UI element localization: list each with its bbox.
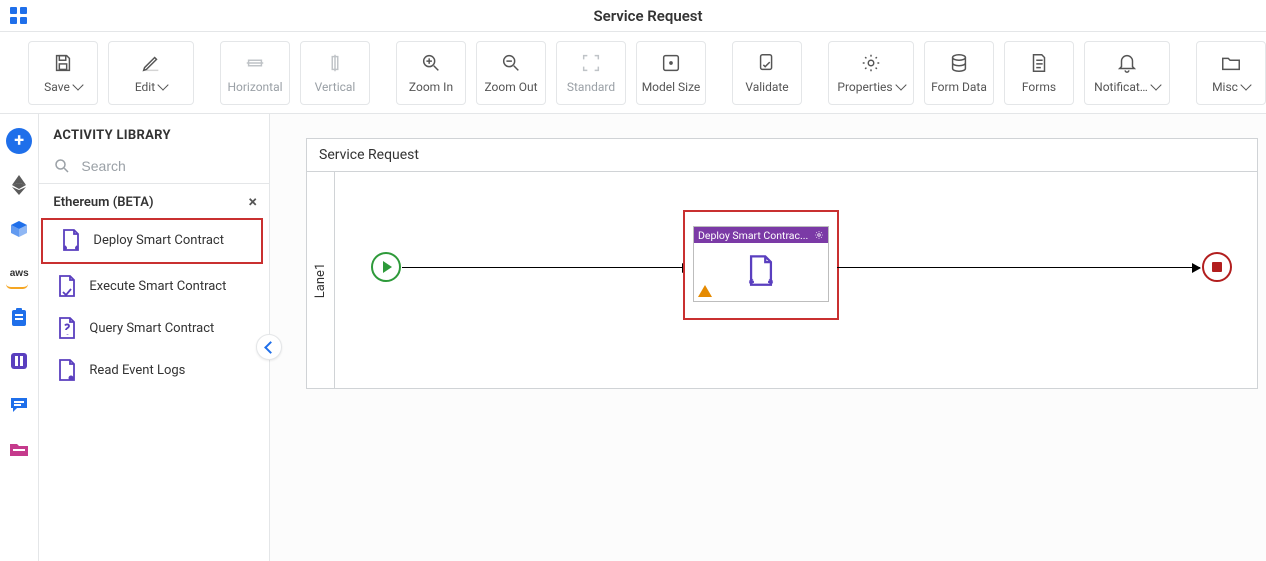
title-bar: Service Request xyxy=(0,0,1266,32)
save-button[interactable]: Save xyxy=(28,41,98,105)
doc-check-icon xyxy=(55,274,79,300)
model-size-button[interactable]: Model Size xyxy=(636,41,706,105)
align-horizontal-icon xyxy=(244,52,266,74)
workflow-canvas[interactable]: Service Request Lane1 Deploy Smart Contr… xyxy=(306,138,1258,389)
fit-standard-icon xyxy=(580,52,602,74)
search-icon xyxy=(53,157,71,175)
horizontal-button: Horizontal xyxy=(220,41,290,105)
gear-icon xyxy=(860,52,882,74)
database-icon xyxy=(948,52,970,74)
lane-label[interactable]: Lane1 xyxy=(307,172,335,388)
category-header: Ethereum (BETA) × xyxy=(39,184,269,216)
toolbar: Save Edit Horizontal Vertical Zoom In Zo… xyxy=(0,32,1266,114)
vertical-button: Vertical xyxy=(300,41,370,105)
page-title: Service Request xyxy=(30,7,1266,25)
end-node[interactable] xyxy=(1202,252,1232,282)
activity-read-event-logs[interactable]: Read Event Logs xyxy=(39,350,269,392)
bell-icon xyxy=(1116,52,1138,74)
fit-model-icon xyxy=(660,52,682,74)
task-node-deploy-smart-contract[interactable]: Deploy Smart Contrac... xyxy=(683,210,839,320)
floppy-icon xyxy=(52,52,74,74)
rail-pause[interactable] xyxy=(6,348,32,374)
node-body xyxy=(694,243,828,301)
align-vertical-icon xyxy=(324,52,346,74)
zoom-out-icon xyxy=(500,52,522,74)
apps-icon[interactable] xyxy=(8,5,30,27)
edit-button[interactable]: Edit xyxy=(108,41,194,105)
close-icon[interactable]: × xyxy=(249,194,258,210)
lane: Lane1 Deploy Smart Contrac... xyxy=(307,172,1257,388)
document-icon xyxy=(1028,52,1050,74)
activity-deploy-smart-contract[interactable]: Deploy Smart Contract xyxy=(41,218,263,264)
rail-ethereum[interactable] xyxy=(6,172,32,198)
zoom-in-icon xyxy=(420,52,442,74)
folder-icon xyxy=(1220,52,1242,74)
standard-button: Standard xyxy=(556,41,626,105)
properties-button[interactable]: Properties xyxy=(828,41,914,105)
node-title: Deploy Smart Contrac... xyxy=(698,229,808,242)
workflow-canvas-area: Service Request Lane1 Deploy Smart Contr… xyxy=(270,114,1266,561)
category-name: Ethereum (BETA) xyxy=(53,195,153,210)
warning-icon xyxy=(698,285,712,297)
activity-library-title: ACTIVITY LIBRARY xyxy=(39,114,269,153)
rail-clipboard[interactable] xyxy=(6,304,32,330)
activity-execute-smart-contract[interactable]: Execute Smart Contract xyxy=(39,266,269,308)
pencil-icon xyxy=(140,52,162,74)
validate-icon xyxy=(756,52,778,74)
rail-aws[interactable]: aws xyxy=(6,260,32,286)
rail-chat[interactable] xyxy=(6,392,32,418)
form-data-button[interactable]: Form Data xyxy=(924,41,994,105)
zoom-out-button[interactable]: Zoom Out xyxy=(476,41,546,105)
canvas-title: Service Request xyxy=(307,139,1257,172)
nav-rail: aws xyxy=(0,114,39,561)
edge[interactable] xyxy=(402,267,690,268)
validate-button[interactable]: Validate xyxy=(732,41,802,105)
doc-arrows-icon xyxy=(59,228,83,254)
edge[interactable] xyxy=(837,267,1200,268)
start-node[interactable] xyxy=(371,252,401,282)
add-button[interactable] xyxy=(6,128,32,154)
gear-icon[interactable] xyxy=(814,230,824,240)
activity-library-panel: ACTIVITY LIBRARY Ethereum (BETA) × Deplo… xyxy=(39,114,270,561)
search-input[interactable] xyxy=(79,157,257,175)
doc-dot-icon xyxy=(55,358,79,384)
notifications-button[interactable]: Notificat… xyxy=(1084,41,1170,105)
search-field[interactable] xyxy=(39,153,269,184)
forms-button[interactable]: Forms xyxy=(1004,41,1074,105)
activity-query-smart-contract[interactable]: Query Smart Contract xyxy=(39,308,269,350)
rail-folder[interactable] xyxy=(6,436,32,462)
zoom-in-button[interactable]: Zoom In xyxy=(396,41,466,105)
arrow-icon xyxy=(1192,263,1201,273)
misc-button[interactable]: Misc xyxy=(1196,41,1266,105)
rail-box[interactable] xyxy=(6,216,32,242)
collapse-sidebar-button[interactable] xyxy=(256,334,282,360)
doc-question-icon xyxy=(55,316,79,342)
